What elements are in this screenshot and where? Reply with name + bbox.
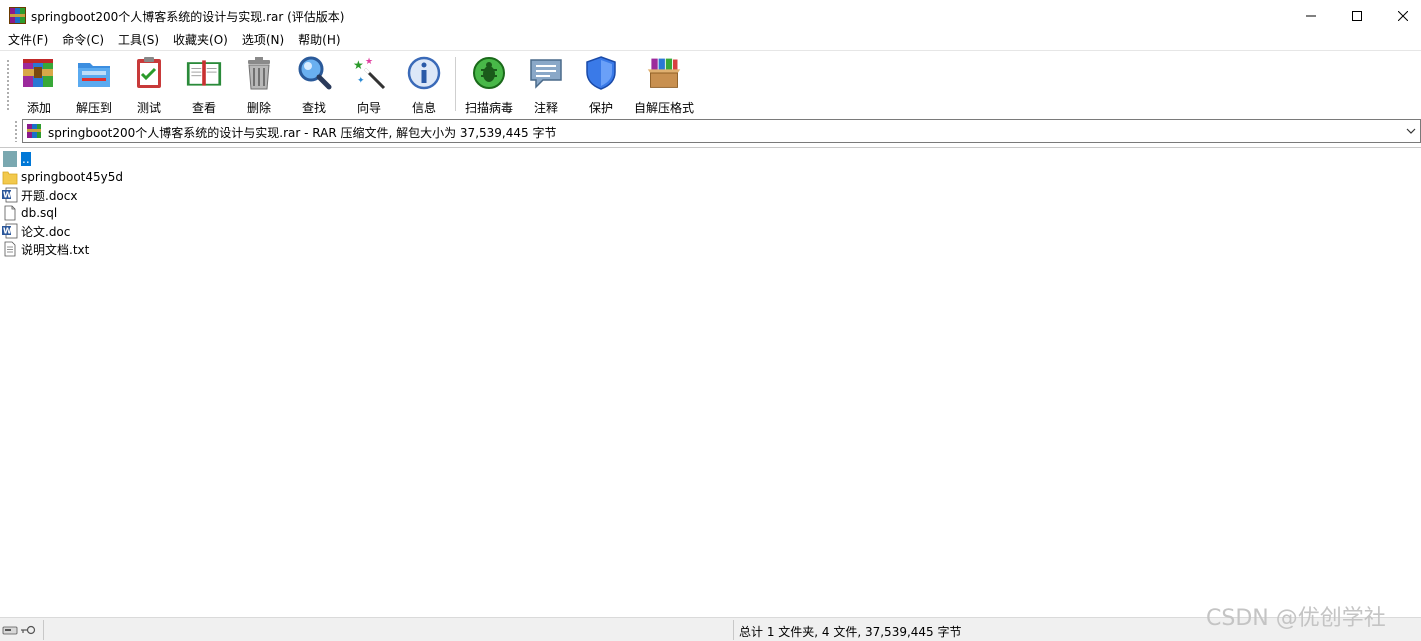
- wizard-button[interactable]: ★ ★ ✦ 向导: [341, 55, 397, 115]
- menu-options[interactable]: 选项(N): [235, 31, 291, 50]
- shield-icon: [586, 56, 616, 90]
- toolbar-grip[interactable]: [6, 59, 10, 111]
- comment-label: 注释: [533, 101, 558, 115]
- file-row-sql[interactable]: db.sql: [2, 204, 57, 222]
- trash-icon: [248, 57, 270, 90]
- scan-virus-label: 扫描病毒: [464, 101, 513, 115]
- sfx-box-icon: [647, 58, 681, 88]
- generic-file-icon: [4, 205, 16, 221]
- info-button[interactable]: 信息: [396, 55, 452, 115]
- word-document-icon: W: [2, 187, 18, 203]
- rar-archive-icon: [27, 124, 41, 138]
- sfx-button[interactable]: 自解压格式: [630, 55, 698, 115]
- add-label: 添加: [26, 101, 51, 115]
- wizard-label: 向导: [356, 101, 381, 115]
- folder-icon: [2, 171, 18, 185]
- find-label: 查找: [301, 101, 326, 115]
- svg-text:★: ★: [353, 58, 364, 72]
- toolbar-separator: [455, 57, 456, 111]
- svg-text:W: W: [3, 191, 12, 200]
- svg-text:W: W: [3, 227, 12, 236]
- view-book-icon: [186, 60, 222, 86]
- file-row-doc[interactable]: W 论文.doc: [2, 222, 70, 240]
- find-button[interactable]: 查找: [286, 55, 342, 115]
- watermark: CSDN @优创学社: [1206, 606, 1386, 631]
- toolbar: 添加 解压到 测试 查看 删除 查找 ★ ★ ✦ 向导 信息 扫描病毒 注释 保…: [0, 50, 1421, 116]
- scan-virus-button[interactable]: 扫描病毒: [461, 55, 517, 115]
- file-list[interactable]: .. springboot45y5d W 开题.docx db.sql W 论文…: [0, 147, 1421, 617]
- file-name: ..: [21, 152, 31, 166]
- add-archive-icon: [23, 59, 53, 87]
- add-button[interactable]: 添加: [11, 55, 67, 115]
- view-label: 查看: [191, 101, 216, 115]
- info-label: 信息: [411, 101, 436, 115]
- file-row-parent[interactable]: ..: [2, 150, 31, 168]
- parent-folder-icon: [3, 151, 17, 167]
- sfx-label: 自解压格式: [633, 101, 694, 115]
- file-row-docx[interactable]: W 开题.docx: [2, 186, 77, 204]
- key-icon[interactable]: [20, 624, 36, 636]
- drive-icon[interactable]: [2, 624, 18, 636]
- menu-tools[interactable]: 工具(S): [111, 31, 166, 50]
- file-row-folder[interactable]: springboot45y5d: [2, 168, 123, 186]
- menu-file[interactable]: 文件(F): [0, 31, 55, 50]
- window-title: springboot200个人博客系统的设计与实现.rar (评估版本): [31, 10, 345, 24]
- file-name: springboot45y5d: [21, 170, 123, 184]
- menu-help[interactable]: 帮助(H): [291, 31, 347, 50]
- file-row-txt[interactable]: 说明文档.txt: [2, 240, 89, 258]
- word-document-icon: W: [2, 223, 18, 239]
- info-icon: [407, 56, 441, 90]
- status-icons: [2, 622, 42, 638]
- file-name: 开题.docx: [21, 188, 78, 203]
- status-summary: 总计 1 文件夹, 4 文件, 37,539,445 字节: [739, 625, 962, 639]
- delete-label: 删除: [246, 101, 271, 115]
- protect-label: 保护: [588, 101, 613, 115]
- protect-button[interactable]: 保护: [573, 55, 629, 115]
- close-icon: [1398, 10, 1408, 21]
- extract-to-label: 解压到: [75, 101, 112, 115]
- test-button[interactable]: 测试: [121, 55, 177, 115]
- menu-commands[interactable]: 命令(C): [55, 31, 111, 50]
- winrar-app-icon[interactable]: [9, 7, 26, 24]
- menu-favorites[interactable]: 收藏夹(O): [166, 31, 235, 50]
- extract-folder-icon: [78, 63, 110, 87]
- svg-text:✦: ✦: [357, 76, 365, 86]
- delete-button[interactable]: 删除: [231, 55, 287, 115]
- virus-scan-icon: [473, 57, 505, 89]
- comment-icon: [530, 59, 562, 89]
- comment-button[interactable]: 注释: [518, 55, 574, 115]
- address-grip[interactable]: [14, 120, 18, 142]
- wizard-wand-icon: ★ ★ ✦: [353, 57, 386, 90]
- text-file-icon: [4, 241, 16, 257]
- view-button[interactable]: 查看: [176, 55, 232, 115]
- file-name: 说明文档.txt: [21, 242, 90, 257]
- chevron-down-icon[interactable]: [1405, 125, 1417, 137]
- extract-to-button[interactable]: 解压到: [66, 55, 122, 115]
- svg-text:★: ★: [365, 57, 373, 67]
- maximize-icon: [1352, 10, 1362, 21]
- address-bar[interactable]: springboot200个人博客系统的设计与实现.rar - RAR 压缩文件…: [22, 119, 1421, 143]
- minimize-icon: [1306, 15, 1316, 16]
- file-name: db.sql: [21, 206, 58, 220]
- maximize-button[interactable]: [1334, 0, 1380, 31]
- test-label: 测试: [136, 101, 161, 115]
- magnifier-icon: [298, 56, 332, 90]
- minimize-button[interactable]: [1288, 0, 1334, 31]
- address-text: springboot200个人博客系统的设计与实现.rar - RAR 压缩文件…: [48, 126, 557, 140]
- address-bar-area: springboot200个人博客系统的设计与实现.rar - RAR 压缩文件…: [0, 116, 1421, 146]
- close-button[interactable]: [1380, 0, 1421, 31]
- title-bar: springboot200个人博客系统的设计与实现.rar (评估版本): [0, 0, 1421, 31]
- menu-bar: 文件(F) 命令(C) 工具(S) 收藏夹(O) 选项(N) 帮助(H): [0, 31, 1421, 50]
- status-divider: [43, 620, 44, 640]
- test-clipboard-icon: [137, 57, 161, 88]
- status-divider: [733, 620, 734, 640]
- file-name: 论文.doc: [21, 224, 71, 239]
